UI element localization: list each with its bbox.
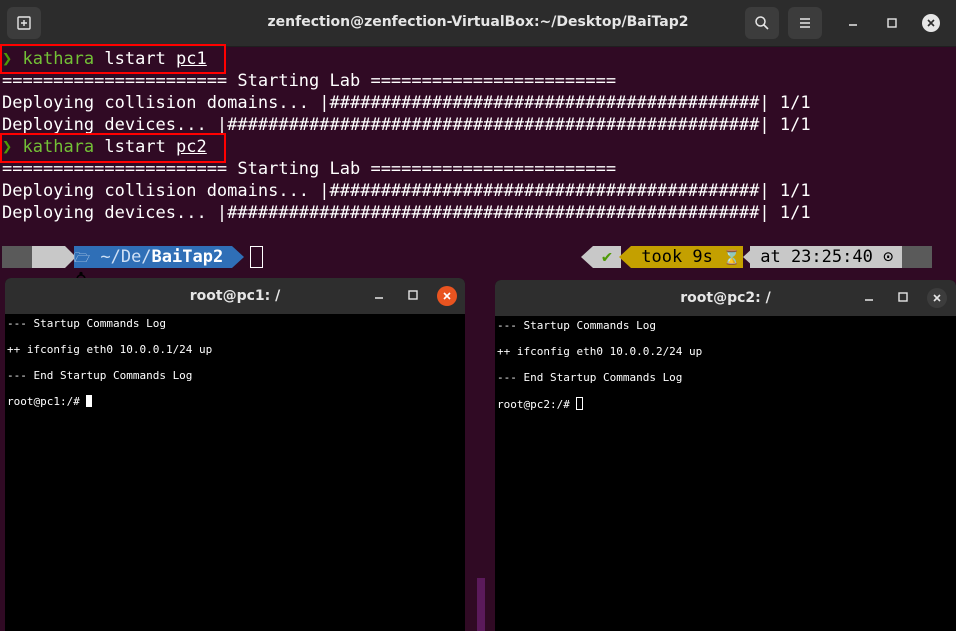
hamburger-icon bbox=[800, 18, 810, 28]
close-button[interactable] bbox=[921, 13, 941, 33]
powerline-separator bbox=[619, 246, 631, 268]
text-cursor bbox=[250, 246, 263, 268]
pc1-prompt-line: root@pc1:/# bbox=[7, 395, 93, 408]
pc1-log-line: --- End Startup Commands Log bbox=[7, 369, 193, 382]
status-check-icon: ✔ bbox=[593, 246, 621, 268]
pc2-titlebar: root@pc2: / bbox=[495, 280, 956, 316]
deploy-cd-line-2: Deploying collision domains... |########… bbox=[2, 181, 811, 201]
main-titlebar: zenfection@zenfection-VirtualBox:~/Deskt… bbox=[0, 0, 956, 47]
deploy-dev-line-2: Deploying devices... |##################… bbox=[2, 203, 811, 223]
time-label: at 23:25:40 bbox=[750, 247, 884, 267]
pc2-terminal-body[interactable]: --- Startup Commands Log ++ ifconfig eth… bbox=[495, 316, 956, 631]
pc2-log-line: --- Startup Commands Log bbox=[497, 319, 656, 332]
starting-lab-line-1: ====================== Starting Lab ====… bbox=[2, 71, 617, 91]
maximize-icon bbox=[898, 292, 908, 302]
pc1-cursor bbox=[86, 395, 93, 407]
search-icon bbox=[755, 16, 769, 30]
pc2-close-button[interactable] bbox=[927, 288, 947, 308]
pc1-terminal-window[interactable]: root@pc1: / --- Startup Commands Log ++ … bbox=[5, 278, 465, 631]
close-icon bbox=[933, 294, 941, 302]
maximize-button[interactable] bbox=[882, 13, 902, 33]
pc1-window-title: root@pc1: / bbox=[189, 288, 281, 304]
powerline-separator bbox=[232, 246, 244, 268]
pc1-close-button[interactable] bbox=[437, 286, 457, 306]
pc2-terminal-window[interactable]: root@pc2: / --- Startup Commands Log ++ … bbox=[495, 280, 956, 631]
pc2-prompt: root@pc2:/# bbox=[497, 398, 577, 411]
menu-button[interactable] bbox=[788, 7, 822, 39]
pc1-maximize-button[interactable] bbox=[405, 287, 421, 303]
clock-icon: ⊙ bbox=[883, 247, 894, 267]
close-icon bbox=[922, 14, 940, 32]
maximize-icon bbox=[408, 290, 418, 300]
pc2-log-line: ++ ifconfig eth0 10.0.0.2/24 up bbox=[497, 345, 703, 358]
minimize-icon bbox=[375, 297, 383, 299]
search-button[interactable] bbox=[745, 7, 779, 39]
path-segment: 🗁 ~/De/BaiTap2 bbox=[74, 246, 232, 268]
pc1-log-line: ++ ifconfig eth0 10.0.0.1/24 up bbox=[7, 343, 213, 356]
ubuntu-icon bbox=[32, 246, 88, 284]
pc1-log-line: --- Startup Commands Log bbox=[7, 317, 166, 330]
powerline-right-pad bbox=[902, 246, 932, 268]
hourglass-icon: ⌛ bbox=[723, 250, 741, 266]
pc2-prompt-line: root@pc2:/# bbox=[497, 397, 584, 411]
pc1-titlebar: root@pc1: / bbox=[5, 278, 465, 314]
pc2-log-line: --- End Startup Commands Log bbox=[497, 371, 683, 384]
pc2-maximize-button[interactable] bbox=[895, 289, 911, 305]
starting-lab-line-2: ====================== Starting Lab ====… bbox=[2, 159, 617, 179]
minimize-button[interactable] bbox=[843, 13, 863, 33]
path-prefix: ~/De/ bbox=[90, 247, 152, 267]
maximize-icon bbox=[887, 18, 897, 28]
duration-segment: took 9s ⌛ bbox=[631, 246, 743, 268]
desktop-background-strip bbox=[477, 578, 485, 631]
took-label: took 9s bbox=[631, 247, 724, 267]
pc2-cursor bbox=[576, 397, 584, 410]
pc2-minimize-button[interactable] bbox=[861, 289, 877, 305]
folder-icon: 🗁 bbox=[74, 251, 91, 266]
time-segment: at 23:25:40 ⊙ bbox=[750, 246, 902, 268]
close-icon bbox=[443, 292, 451, 300]
minimize-icon bbox=[865, 299, 873, 301]
path-dir: BaiTap2 bbox=[151, 247, 224, 267]
minimize-icon bbox=[849, 24, 857, 26]
powerline-left-pad bbox=[2, 246, 36, 268]
pc2-window-title: root@pc2: / bbox=[680, 290, 771, 306]
powerline-separator bbox=[581, 246, 593, 268]
deploy-cd-line-1: Deploying collision domains... |########… bbox=[2, 93, 811, 113]
pc1-minimize-button[interactable] bbox=[371, 287, 387, 303]
pc1-terminal-body[interactable]: --- Startup Commands Log ++ ifconfig eth… bbox=[5, 314, 465, 631]
pc1-prompt: root@pc1:/# bbox=[7, 395, 87, 408]
